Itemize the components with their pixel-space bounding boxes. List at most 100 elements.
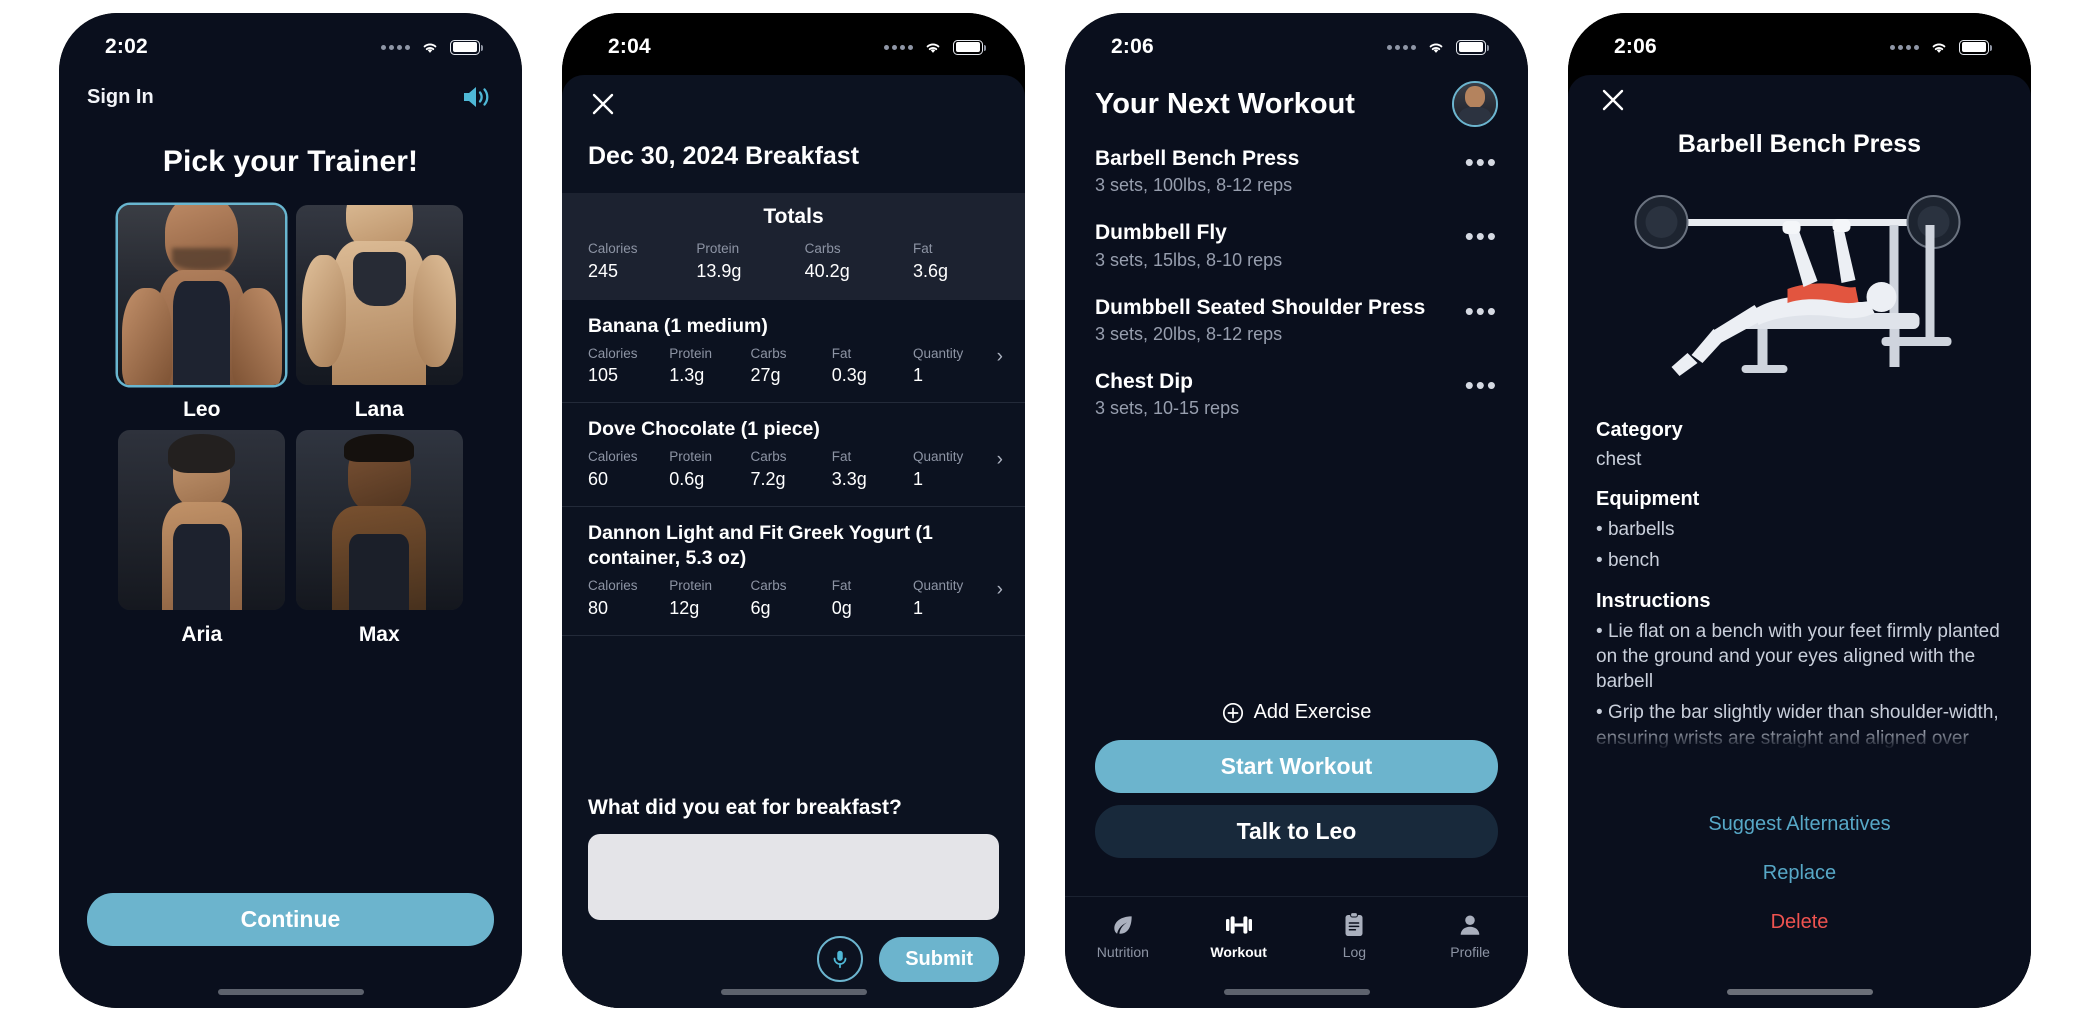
- submit-button[interactable]: Submit: [879, 936, 999, 982]
- exercise-info: Chest Dip 3 sets, 10-15 reps: [1095, 368, 1239, 419]
- add-exercise-button[interactable]: Add Exercise: [1065, 701, 1528, 724]
- delete-button[interactable]: Delete: [1568, 911, 2031, 934]
- macro-label: Carbs: [750, 449, 787, 465]
- bench-press-figure: [1634, 195, 1961, 376]
- wifi-icon: [423, 43, 437, 53]
- macro-carbs: Carbs 27g: [751, 344, 832, 389]
- macro-protein: Protein 1.3g: [669, 344, 750, 389]
- trainer-card-aria[interactable]: Aria: [118, 430, 286, 647]
- suggest-alternatives-button[interactable]: Suggest Alternatives: [1568, 813, 2031, 836]
- bench-press-illustration: [1568, 167, 2031, 397]
- screenshot-stage: 2:02 Sign In Pick your Trainer! Leo Lana…: [0, 0, 2090, 1017]
- instruction-item: • Grip the bar slightly wider than shoul…: [1596, 700, 2003, 751]
- instruction-item: • Lie flat on a bench with your feet fir…: [1596, 620, 2000, 693]
- equipment-item: • bench: [1596, 550, 1660, 572]
- macro-quantity: Quantity 1: [913, 576, 999, 621]
- speaker-wave-icon[interactable]: [460, 83, 494, 111]
- trainer-name: Max: [358, 623, 400, 646]
- dumbbell-icon: [1225, 915, 1252, 934]
- battery-icon: [1959, 39, 1993, 55]
- exercise-list: Barbell Bench Press 3 sets, 100lbs, 8-12…: [1065, 145, 1528, 419]
- exercise-name: Chest Dip: [1095, 369, 1194, 393]
- exercise-row[interactable]: Barbell Bench Press 3 sets, 100lbs, 8-12…: [1065, 145, 1528, 196]
- wifi-icon: [926, 43, 940, 53]
- workout-header: Your Next Workout: [1065, 75, 1528, 127]
- macro-value: 7.2g: [750, 468, 786, 489]
- replace-button[interactable]: Replace: [1568, 862, 2031, 885]
- tab-profile[interactable]: Profile: [1412, 897, 1528, 974]
- home-indicator: [720, 989, 867, 995]
- sign-in-button[interactable]: Sign In: [87, 86, 154, 109]
- home-indicator: [1726, 989, 1873, 995]
- macro-value: 0.3g: [831, 365, 867, 386]
- food-list: Banana (1 medium) › Calories 105 Protein…: [562, 299, 1025, 778]
- meal-input-area: What did you eat for breakfast? Submit: [562, 778, 1025, 1008]
- tab-bar: Nutrition Workout Log Profile: [1065, 896, 1528, 974]
- trainer-photo-aria: [118, 430, 286, 610]
- status-icons: [884, 39, 987, 55]
- macro-value: 3.6g: [912, 260, 949, 281]
- trainer-card-max[interactable]: Max: [295, 430, 464, 647]
- food-row[interactable]: Dove Chocolate (1 piece) › Calories 60 P…: [562, 403, 1025, 508]
- food-macros: Calories 60 Protein 0.6g Carbs 7.2g Fat …: [588, 447, 999, 492]
- microphone-button[interactable]: [817, 936, 864, 982]
- trainer-name: Leo: [183, 398, 221, 421]
- trainer-card-lana[interactable]: Lana: [295, 205, 464, 422]
- status-icons: [1387, 39, 1490, 55]
- macro-value: 1.3g: [669, 365, 705, 386]
- exercise-row[interactable]: Dumbbell Fly 3 sets, 15lbs, 8-10 reps ••…: [1065, 219, 1528, 270]
- wifi-icon: [1429, 43, 1443, 53]
- macro-carbs: Carbs 6g: [751, 576, 832, 621]
- food-macros: Calories 80 Protein 12g Carbs 6g Fat 0g …: [588, 576, 999, 621]
- equipment-label: bench: [1607, 550, 1660, 572]
- macro-value: 27g: [750, 365, 781, 386]
- status-time: 2:02: [105, 35, 148, 58]
- macro-protein: Protein 12g: [669, 576, 750, 621]
- macro-value: 60: [588, 468, 609, 489]
- tab-workout[interactable]: Workout: [1181, 897, 1297, 974]
- close-button[interactable]: [562, 75, 1025, 124]
- macro-value: 0g: [831, 597, 852, 618]
- status-time: 2:06: [1614, 35, 1657, 58]
- tab-nutrition[interactable]: Nutrition: [1065, 897, 1181, 974]
- macro-label: Calories: [588, 345, 638, 361]
- home-indicator: [1223, 989, 1370, 995]
- close-button[interactable]: [1568, 75, 2031, 120]
- exercise-menu-button[interactable]: •••: [1465, 219, 1498, 249]
- food-row[interactable]: Dannon Light and Fit Greek Yogurt (1 con…: [562, 507, 1025, 636]
- continue-button[interactable]: Continue: [87, 893, 494, 946]
- exercise-detail: 3 sets, 100lbs, 8-12 reps: [1095, 175, 1293, 196]
- meal-input[interactable]: [588, 834, 999, 920]
- food-row[interactable]: Banana (1 medium) › Calories 105 Protein…: [562, 300, 1025, 404]
- page-title: Barbell Bench Press: [1677, 130, 1922, 158]
- tab-log[interactable]: Log: [1297, 897, 1413, 974]
- exercise-menu-button[interactable]: •••: [1465, 368, 1498, 398]
- exercise-detail: 3 sets, 20lbs, 8-12 reps: [1095, 323, 1283, 344]
- macro-label: Protein: [696, 241, 740, 256]
- macro-fat: Fat 0g: [832, 576, 913, 621]
- status-bar: 2:04: [562, 13, 1025, 75]
- exercise-info: Dumbbell Fly 3 sets, 15lbs, 8-10 reps: [1095, 219, 1282, 270]
- trainer-card-leo[interactable]: Leo: [118, 205, 286, 422]
- battery-icon: [953, 39, 987, 55]
- exercise-row[interactable]: Chest Dip 3 sets, 10-15 reps •••: [1065, 368, 1528, 419]
- exercise-sheet: Barbell Bench Press Category chest Equip…: [1568, 75, 2031, 1008]
- exercise-menu-button[interactable]: •••: [1465, 145, 1498, 175]
- macro-value: 245: [588, 260, 619, 281]
- exercise-menu-button[interactable]: •••: [1465, 294, 1498, 324]
- macro-value: 40.2g: [804, 260, 850, 281]
- exercise-info: Dumbbell Seated Shoulder Press 3 sets, 2…: [1095, 294, 1425, 345]
- exercise-name: Dumbbell Fly: [1095, 221, 1227, 245]
- macro-quantity: Quantity 1: [913, 344, 999, 389]
- talk-to-trainer-button[interactable]: Talk to Leo: [1095, 805, 1498, 858]
- status-icons: [381, 39, 484, 55]
- avatar[interactable]: [1452, 81, 1498, 127]
- totals-title: Totals: [763, 205, 824, 228]
- start-workout-button[interactable]: Start Workout: [1095, 740, 1498, 793]
- exercise-detail: 3 sets, 10-15 reps: [1095, 398, 1240, 419]
- section-heading-instructions: Instructions: [1596, 589, 1711, 612]
- equipment-item: • barbells: [1596, 519, 1675, 541]
- macro-value: 3.3g: [831, 468, 867, 489]
- exercise-row[interactable]: Dumbbell Seated Shoulder Press 3 sets, 2…: [1065, 294, 1528, 345]
- phone-next-workout: 2:06 Your Next Workout Barbell Bench Pre…: [1065, 13, 1528, 1008]
